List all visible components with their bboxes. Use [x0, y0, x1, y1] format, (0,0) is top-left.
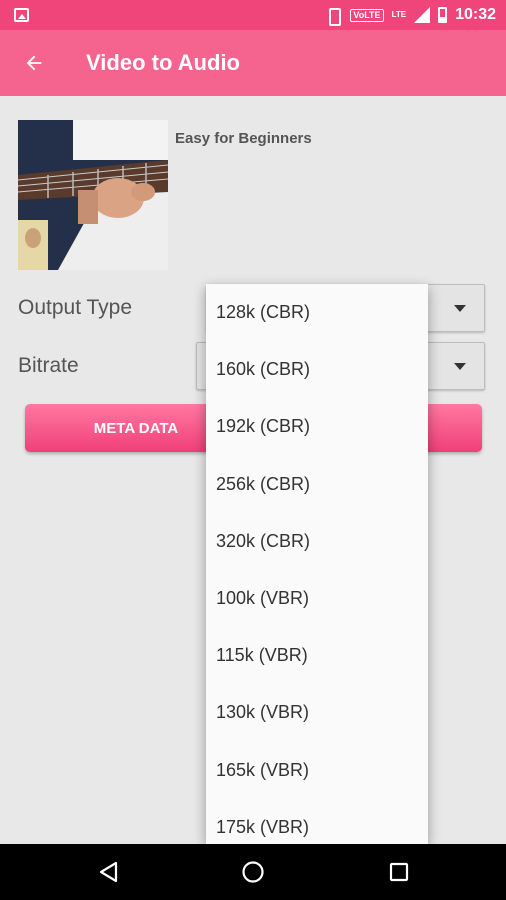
image-icon [14, 8, 29, 22]
status-bar: VoLTE LTE 10:32 [0, 0, 506, 30]
app-toolbar: Video to Audio [0, 30, 506, 96]
arrow-back-icon [26, 55, 42, 71]
status-time: 10:32 [455, 6, 496, 23]
output-type-label: Output Type [18, 296, 133, 319]
lte-label: LTE [391, 10, 407, 19]
dropdown-arrow-icon [454, 363, 466, 370]
circle-home-icon [242, 861, 264, 883]
status-icons: VoLTE LTE 10:32 [324, 4, 496, 26]
dropdown-item[interactable]: 130k (VBR) [206, 684, 428, 741]
dropdown-item[interactable]: 160k (CBR) [206, 341, 428, 398]
signal-icon [414, 7, 431, 23]
system-nav-bar [0, 844, 506, 900]
video-title: Easy for Beginners [175, 130, 312, 147]
dropdown-item[interactable]: 115k (VBR) [206, 627, 428, 684]
video-thumbnail[interactable] [18, 120, 168, 270]
dropdown-item[interactable]: 100k (VBR) [206, 570, 428, 627]
back-button[interactable] [14, 43, 54, 83]
square-recents-icon [389, 862, 409, 882]
bitrate-label: Bitrate [18, 354, 79, 377]
nav-back-button[interactable] [93, 856, 125, 888]
page-title: Video to Audio [86, 50, 240, 75]
nav-recents-button[interactable] [383, 856, 415, 888]
dropdown-item[interactable]: 192k (CBR) [206, 398, 428, 455]
dropdown-item[interactable]: 128k (CBR) [206, 284, 428, 341]
dropdown-item[interactable]: 175k (VBR) [206, 799, 428, 844]
bitrate-dropdown-menu: 128k (CBR) 160k (CBR) 192k (CBR) 256k (C… [206, 284, 428, 844]
volte-badge: VoLTE [350, 8, 384, 22]
dropdown-item[interactable]: 256k (CBR) [206, 456, 428, 513]
dropdown-arrow-icon [454, 305, 466, 312]
dropdown-item[interactable]: 320k (CBR) [206, 513, 428, 570]
battery-icon [438, 7, 448, 23]
vibrate-icon [324, 8, 342, 26]
triangle-back-icon [99, 861, 118, 883]
dropdown-item[interactable]: 165k (VBR) [206, 742, 428, 799]
guitar-image [18, 120, 168, 270]
nav-home-button[interactable] [237, 856, 269, 888]
